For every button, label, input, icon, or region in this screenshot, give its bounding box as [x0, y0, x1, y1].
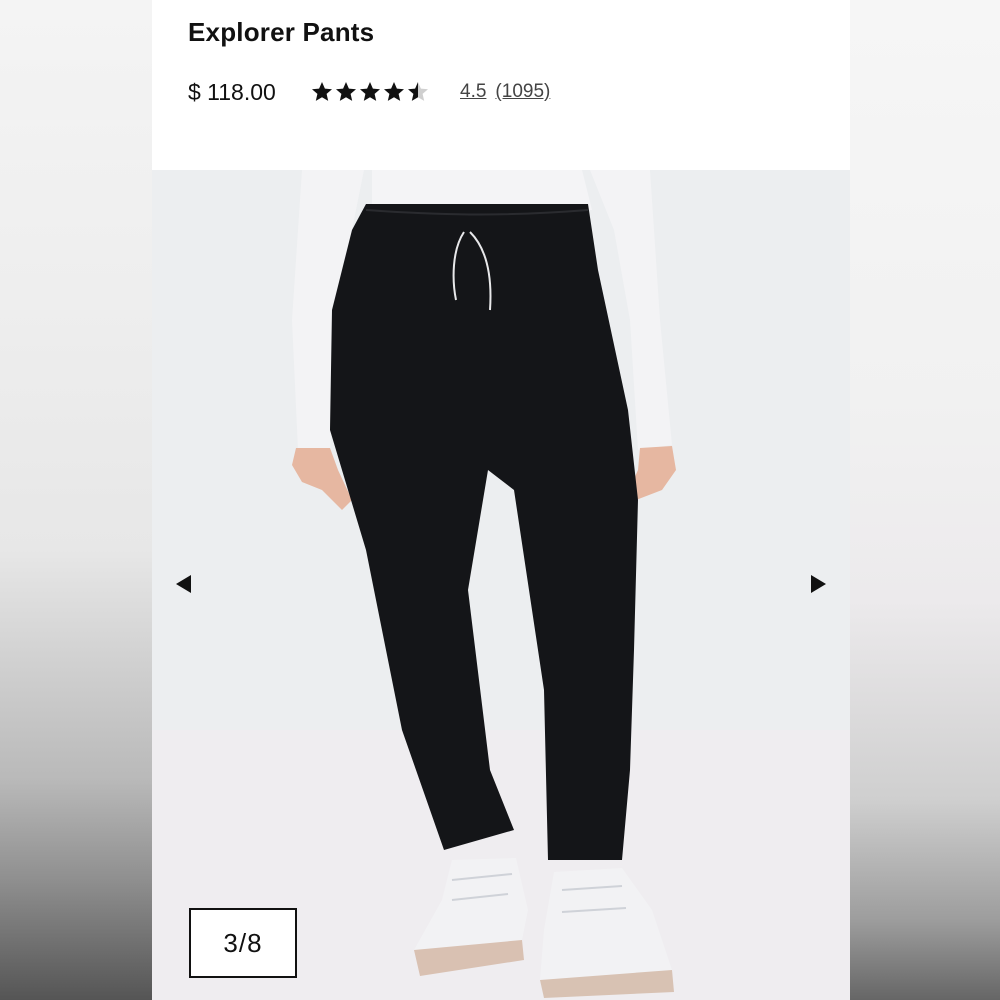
image-counter: 3/8 — [189, 908, 297, 978]
product-price: $ 118.00 — [188, 78, 276, 105]
star-icon — [336, 82, 356, 101]
product-photo-illustration — [152, 170, 850, 1000]
next-image-arrow-icon[interactable] — [806, 572, 830, 596]
star-icon — [312, 82, 332, 101]
product-image[interactable]: 3/8 — [152, 170, 850, 1000]
previous-image-arrow-icon[interactable] — [172, 572, 196, 596]
product-header: Explorer Pants $ 118.00 4.5 (1095) — [152, 0, 850, 170]
price-rating-row: $ 118.00 4.5 (1095) — [188, 76, 550, 108]
background-blur-right — [850, 0, 1000, 1000]
star-half-icon — [408, 82, 428, 101]
star-icon — [384, 82, 404, 101]
star-rating — [310, 80, 430, 104]
rating-value-link[interactable]: 4.5 — [460, 81, 486, 103]
background-blur-left — [0, 0, 152, 1000]
star-icon — [360, 82, 380, 101]
review-count-link[interactable]: (1095) — [495, 81, 550, 103]
product-title: Explorer Pants — [188, 17, 375, 47]
product-card: Explorer Pants $ 118.00 4.5 (1095) 3/8 — [152, 0, 850, 1000]
